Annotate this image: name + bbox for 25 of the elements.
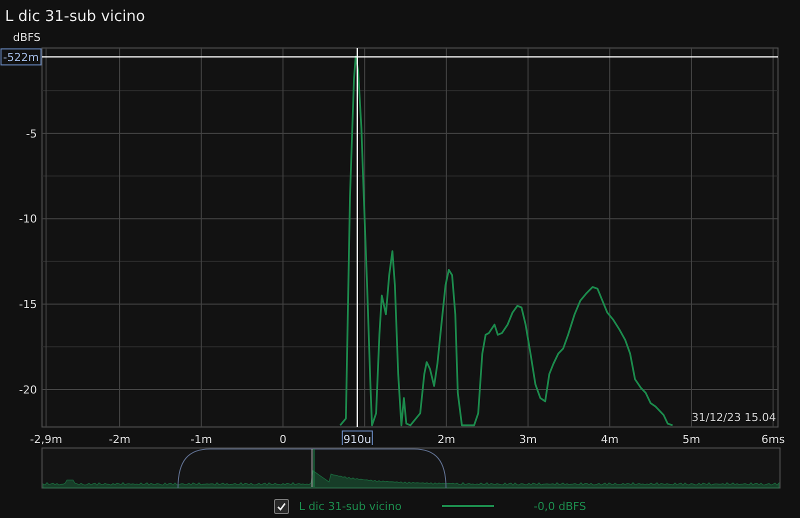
tick-label: 0: [279, 432, 286, 445]
tick-label: -20: [19, 383, 37, 396]
tick-label: -15: [19, 298, 37, 311]
tick-label: -1m: [190, 432, 212, 445]
tick-label: -2m: [108, 432, 130, 445]
cursor-line[interactable]: [42, 56, 778, 58]
checkbox[interactable]: [274, 498, 289, 514]
timestamp: 31/12/23 15.04: [692, 410, 776, 424]
cursor-label: 910u: [342, 430, 373, 445]
window-title: L dic 31-sub vicino: [4, 6, 146, 27]
check-icon: [276, 500, 287, 512]
cursor-label: -522m: [0, 48, 42, 66]
tick-label: -10: [19, 212, 37, 226]
tick-label: 2m: [438, 432, 456, 445]
window-curve[interactable]: [178, 448, 446, 488]
tick-label: 5m: [682, 432, 700, 445]
tick-label: 6ms: [761, 432, 785, 445]
legend-label: L dic 31-sub vicino: [298, 500, 402, 513]
cursor-line[interactable]: [356, 48, 358, 427]
legend-reading: -0,0 dBFS: [534, 500, 586, 513]
axis-label: dBFS: [13, 30, 41, 44]
tick-label: -5: [26, 127, 37, 140]
tick-label: 4m: [600, 432, 619, 445]
tick-label: 3m: [519, 432, 537, 445]
tick-label: -2,9m: [30, 432, 62, 445]
